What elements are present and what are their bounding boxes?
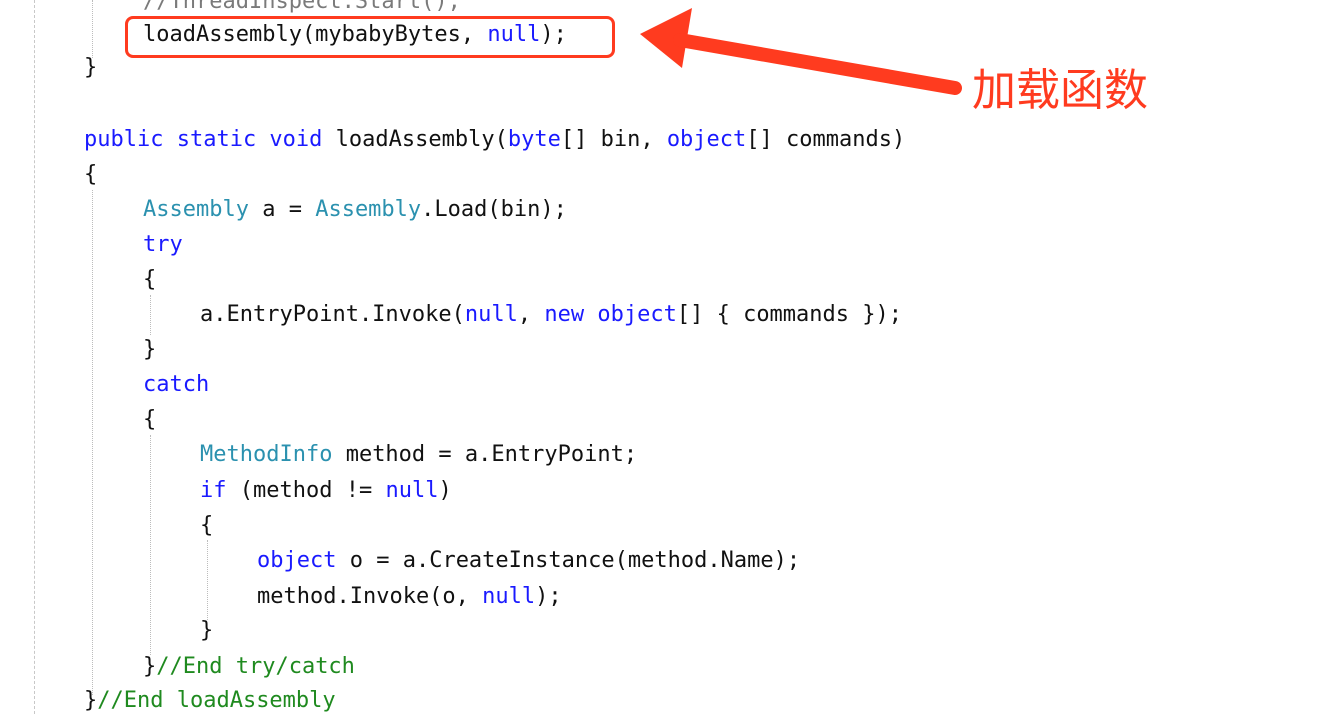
code-editor[interactable]: //ThreadInspect.Start(); loadAssembly(myb…: [0, 0, 1330, 714]
arrow-shaft: [673, 33, 962, 95]
annotation-label: 加载函数: [972, 65, 1148, 116]
